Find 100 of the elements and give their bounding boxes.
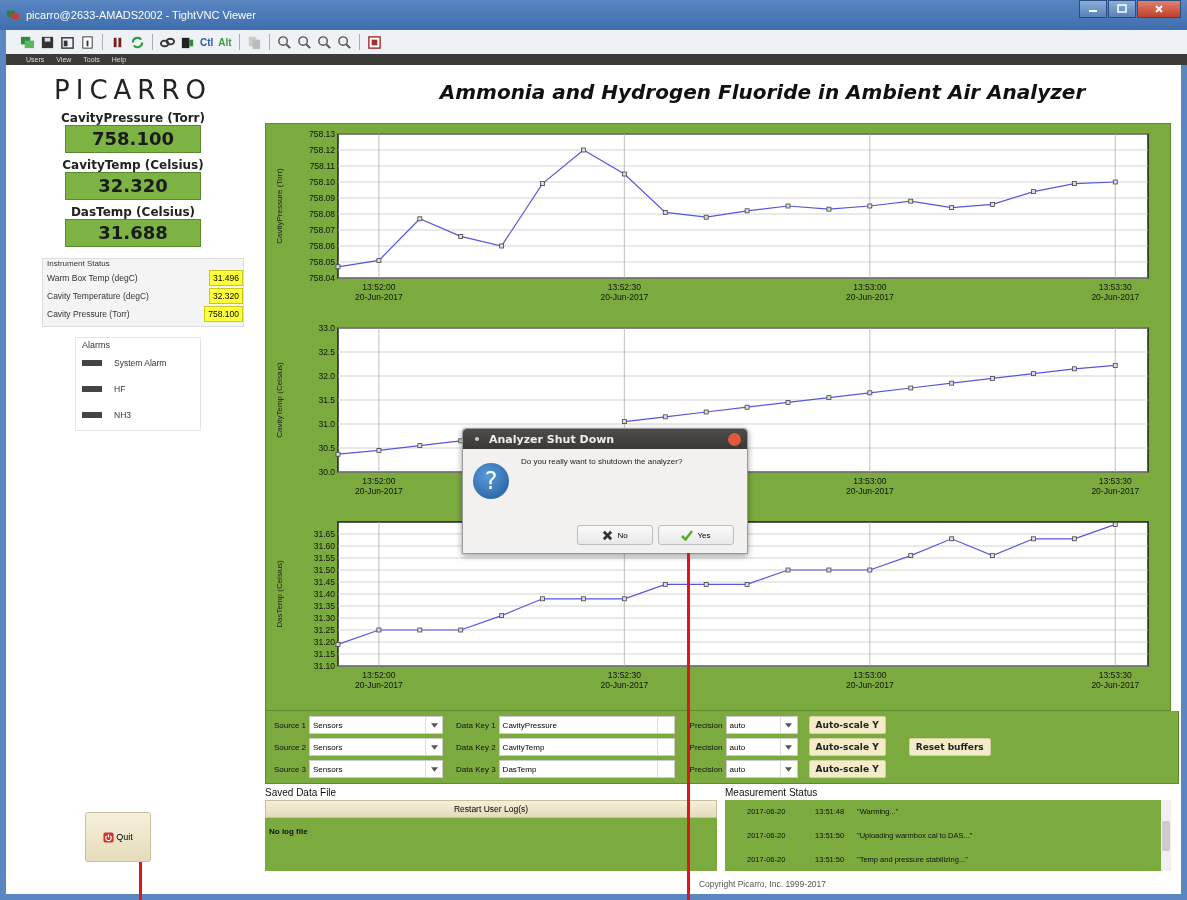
floppy-icon[interactable] (40, 34, 55, 50)
data-point (662, 414, 668, 420)
data-key-combobox[interactable]: CavityTemp (498, 738, 675, 756)
source-label: Source 2 (274, 742, 307, 752)
y-tick-label: 32.0 (318, 371, 335, 381)
alarm-label: NH3 (114, 410, 131, 420)
data-point (703, 582, 709, 587)
data-point (1071, 181, 1077, 186)
data-point (458, 234, 464, 239)
close-button[interactable] (728, 432, 741, 446)
x-tick-label: 13:53:00 20-Jun-2017 (845, 476, 894, 496)
refresh-icon[interactable] (130, 34, 145, 50)
data-point (499, 243, 505, 249)
data-point (417, 443, 423, 448)
data-point (662, 582, 668, 587)
window-icon[interactable] (60, 34, 75, 50)
y-tick-label: 758.09 (309, 193, 335, 203)
data-point (744, 208, 750, 214)
data-key-combobox[interactable]: DasTemp (498, 760, 675, 778)
alarm-label: System Alarm (114, 358, 167, 368)
ctrl-key-button[interactable]: Ctl (200, 36, 214, 48)
document-icon[interactable] (80, 34, 95, 50)
y-tick-label: 758.11 (309, 161, 335, 171)
precision-label: Precision (689, 764, 723, 774)
section-title: Saved Data File (265, 787, 338, 800)
maximize-button[interactable] (1108, 0, 1136, 18)
source-dropdown[interactable]: Sensors (309, 738, 444, 756)
precision-dropdown[interactable]: auto (725, 716, 798, 734)
source-label: Source 1 (274, 720, 307, 730)
data-key-label: Data Key 3 (456, 764, 496, 774)
caret-icon (430, 744, 438, 750)
power-icon (103, 831, 115, 843)
data-point (1112, 363, 1118, 368)
checkmark-icon (681, 529, 694, 541)
y-tick-label: 32.5 (318, 347, 335, 357)
precision-dropdown[interactable]: auto (725, 738, 798, 756)
x-tick-label: 13:52:00 20-Jun-2017 (355, 670, 403, 690)
data-point (335, 451, 341, 457)
status-label: Cavity Pressure (Torr) (47, 309, 130, 319)
data-key-label: Data Key 1 (456, 720, 496, 730)
data-point (621, 596, 627, 602)
data-point (908, 198, 914, 204)
y-axis-label: CavityPressure (Torr) (275, 168, 284, 244)
y-tick-label: 33.0 (318, 323, 335, 333)
y-tick-label: 31.60 (313, 541, 335, 551)
data-point (744, 582, 750, 587)
data-key-combobox[interactable]: CavityPressure (498, 716, 675, 734)
app-title: Ammonia and Hydrogen Fluoride in Ambient Air Analyzer (437, 79, 1088, 106)
minimize-button[interactable] (1079, 0, 1107, 18)
y-axis-label: DasTemp (Celsius) (275, 560, 284, 628)
data-point (1031, 371, 1036, 376)
y-axis-label: CavityTemp (Celsius) (275, 362, 284, 438)
data-point (540, 596, 545, 602)
yes-button[interactable]: Yes (658, 525, 734, 545)
data-point (785, 203, 791, 209)
precision-dropdown[interactable]: auto (725, 760, 798, 778)
magnifier-icon[interactable] (316, 34, 332, 50)
status-value: 758.100 (204, 306, 243, 322)
data-point (785, 567, 791, 573)
data-point (949, 205, 955, 210)
dialog-title: Analyzer Shut Down (489, 432, 615, 446)
no-button[interactable]: No (577, 525, 653, 545)
data-point (826, 395, 832, 400)
readout-value: 758.100 (65, 125, 201, 153)
close-button[interactable] (1137, 0, 1181, 18)
source-dropdown[interactable]: Sensors (309, 716, 444, 734)
status-label: Warm Box Temp (degC) (47, 273, 138, 283)
y-tick-label: 758.08 (309, 209, 335, 219)
data-point (1071, 536, 1077, 542)
readout-label: DasTemp (Celsius) (70, 205, 196, 219)
data-point (867, 390, 873, 396)
zoom-in-icon[interactable] (276, 34, 292, 50)
source-label: Source 3 (274, 764, 307, 774)
autoscale-button[interactable]: Auto-scale Y (808, 760, 886, 778)
data-point (621, 171, 627, 177)
y-tick-label: 31.30 (313, 613, 335, 623)
x-tick-label: 13:53:30 20-Jun-2017 (1091, 476, 1140, 496)
autoscale-button[interactable]: Auto-scale Y (808, 738, 886, 756)
section-title: Measurement Status (725, 787, 819, 800)
data-point (908, 385, 914, 391)
y-tick-label: 758.12 (309, 145, 335, 155)
source-dropdown[interactable]: Sensors (309, 760, 444, 778)
zoom-out-icon[interactable] (296, 34, 312, 50)
monitor-icon[interactable] (20, 34, 35, 50)
reset-buffers-button[interactable]: Reset buffers (908, 738, 991, 756)
quit-button[interactable]: Quit (85, 812, 151, 862)
logo: PICARRO (54, 75, 212, 105)
window-menu-dot[interactable] (475, 437, 479, 441)
fullscreen-icon[interactable] (366, 34, 382, 50)
data-point (581, 596, 586, 602)
panel-title: Alarms (82, 340, 111, 350)
y-tick-label: 30.0 (318, 467, 335, 477)
restart-log-button[interactable]: Restart User Log(s) (265, 800, 717, 818)
x-icon (602, 529, 614, 541)
y-tick-label: 31.10 (313, 661, 335, 671)
magnifier-icon[interactable] (336, 34, 352, 50)
scrollbar[interactable] (1161, 800, 1171, 871)
panel-title: Instrument Status (47, 259, 111, 268)
data-point (376, 627, 382, 633)
autoscale-button[interactable]: Auto-scale Y (808, 716, 886, 734)
